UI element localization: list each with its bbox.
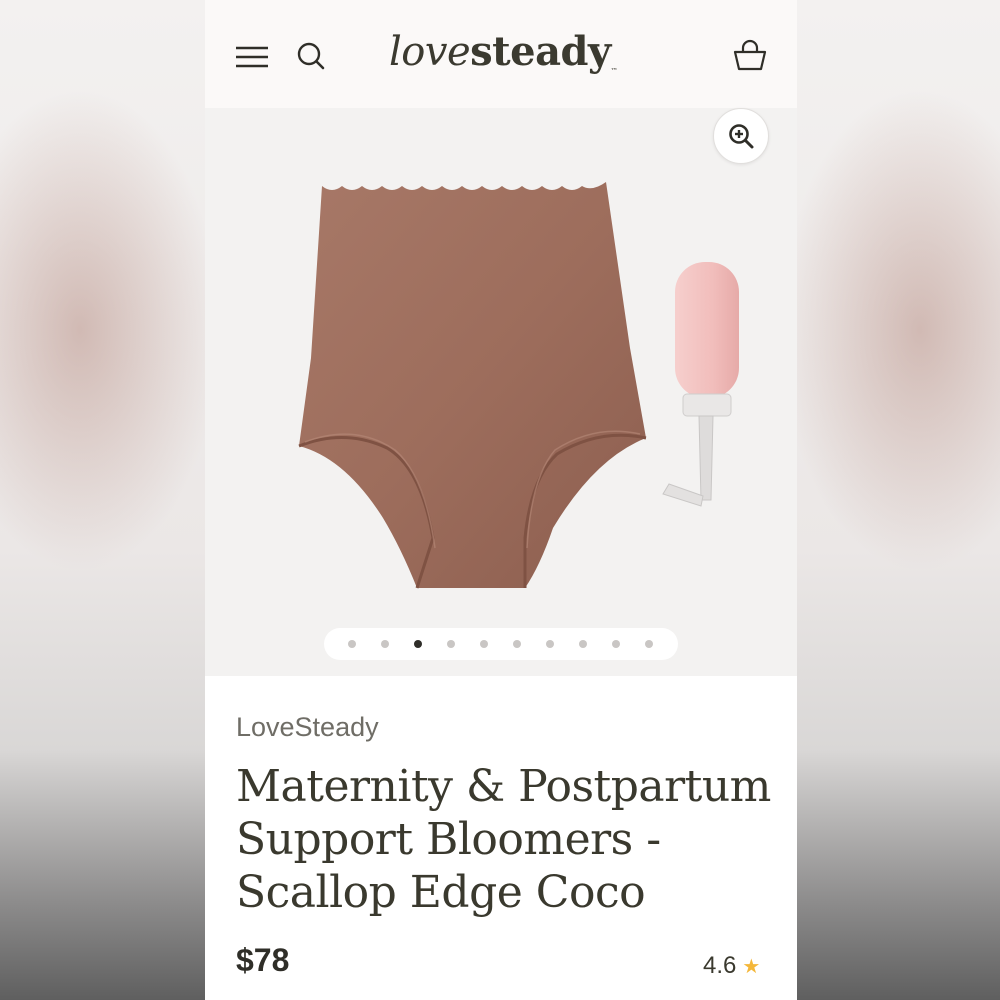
gallery-pagination <box>324 628 678 660</box>
pagination-dot-9[interactable] <box>612 640 620 648</box>
pagination-dot-4[interactable] <box>447 640 455 648</box>
site-logo[interactable]: lovesteady™ <box>389 28 619 84</box>
logo-trademark: ™ <box>610 67 618 75</box>
star-icon: ★ <box>742 956 761 978</box>
product-title: Maternity & Postpartum Support Bloomers … <box>236 761 771 918</box>
mobile-page: lovesteady™ LoveSteady Maternity & Postp… <box>205 0 797 1000</box>
pagination-dot-8[interactable] <box>579 640 587 648</box>
site-header: lovesteady™ <box>205 0 797 108</box>
menu-icon[interactable] <box>235 42 269 72</box>
logo-bold: steady <box>470 28 611 75</box>
pagination-dot-3[interactable] <box>414 640 422 648</box>
rating-value: 4.6 <box>703 952 737 979</box>
product-price: $78 <box>236 942 290 978</box>
product-rating[interactable]: 4.6 ★ <box>703 952 760 980</box>
product-image-gallery[interactable] <box>205 108 797 676</box>
pagination-dot-6[interactable] <box>513 640 521 648</box>
product-photo <box>205 108 797 676</box>
pagination-dot-5[interactable] <box>480 640 488 648</box>
pagination-dot-1[interactable] <box>348 640 356 648</box>
pagination-dot-2[interactable] <box>381 640 389 648</box>
pagination-dot-7[interactable] <box>546 640 554 648</box>
zoom-in-icon <box>729 124 754 149</box>
cart-icon[interactable] <box>732 38 768 74</box>
product-brand-link[interactable]: LoveSteady <box>236 712 379 743</box>
zoom-button[interactable] <box>713 108 769 164</box>
pagination-dot-10[interactable] <box>645 640 653 648</box>
search-icon[interactable] <box>295 40 327 72</box>
logo-light: love <box>389 29 471 75</box>
product-info: LoveSteady Maternity & Postpartum Suppor… <box>205 676 797 1000</box>
